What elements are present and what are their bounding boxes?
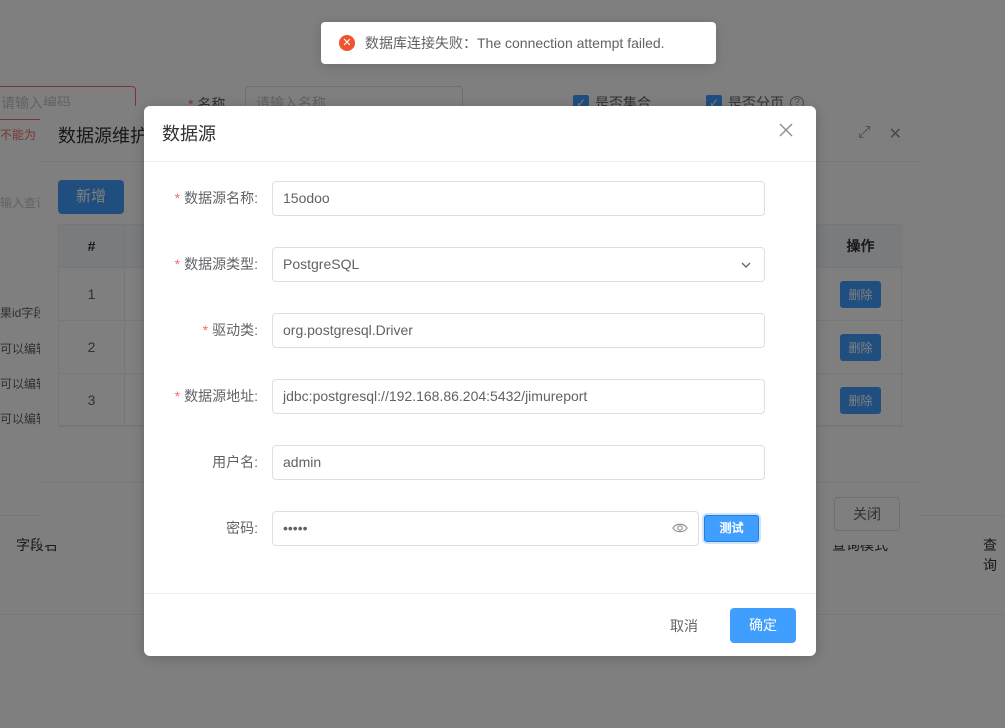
password-input[interactable]: •••••: [272, 511, 699, 546]
divider: [144, 161, 816, 162]
driver-label: * 驱动类:: [202, 322, 258, 338]
dialog-title: 数据源: [162, 124, 216, 144]
confirm-button[interactable]: 确定: [730, 608, 796, 643]
url-label: * 数据源地址:: [174, 388, 258, 404]
driver-input[interactable]: org.postgresql.Driver: [272, 313, 765, 348]
error-circle-icon: ✕: [339, 35, 355, 51]
url-input[interactable]: jdbc:postgresql://192.168.86.204:5432/ji…: [272, 379, 765, 414]
password-label: 密码:: [226, 520, 258, 536]
toast-message: 数据库连接失败：The connection attempt failed.: [365, 35, 665, 51]
type-label: * 数据源类型:: [174, 256, 258, 272]
close-icon[interactable]: [778, 122, 798, 142]
type-select-value: PostgreSQL: [283, 256, 360, 272]
url-form-item: * 数据源地址: jdbc:postgresql://192.168.86.204…: [144, 379, 816, 414]
name-label: * 数据源名称:: [174, 190, 258, 206]
name-input[interactable]: 15odoo: [272, 181, 765, 216]
eye-icon[interactable]: [672, 521, 688, 535]
cancel-button[interactable]: 取消: [654, 609, 714, 644]
error-toast: ✕ 数据库连接失败：The connection attempt failed.: [321, 22, 716, 64]
password-form-item: 密码: ••••• 测试: [144, 511, 816, 546]
type-form-item: * 数据源类型: PostgreSQL: [144, 247, 816, 282]
test-connection-button[interactable]: 测试: [704, 515, 759, 542]
username-input[interactable]: admin: [272, 445, 765, 480]
datasource-dialog: 数据源 * 数据源名称: 15odoo * 数据源类型: PostgreSQL * 驱…: [144, 106, 816, 656]
username-form-item: 用户名: admin: [144, 445, 816, 480]
divider: [144, 593, 816, 594]
name-form-item: * 数据源名称: 15odoo: [144, 181, 816, 216]
username-label: 用户名:: [212, 454, 258, 470]
driver-form-item: * 驱动类: org.postgresql.Driver: [144, 313, 816, 348]
type-select[interactable]: PostgreSQL: [272, 247, 765, 282]
chevron-down-icon: [741, 262, 751, 268]
